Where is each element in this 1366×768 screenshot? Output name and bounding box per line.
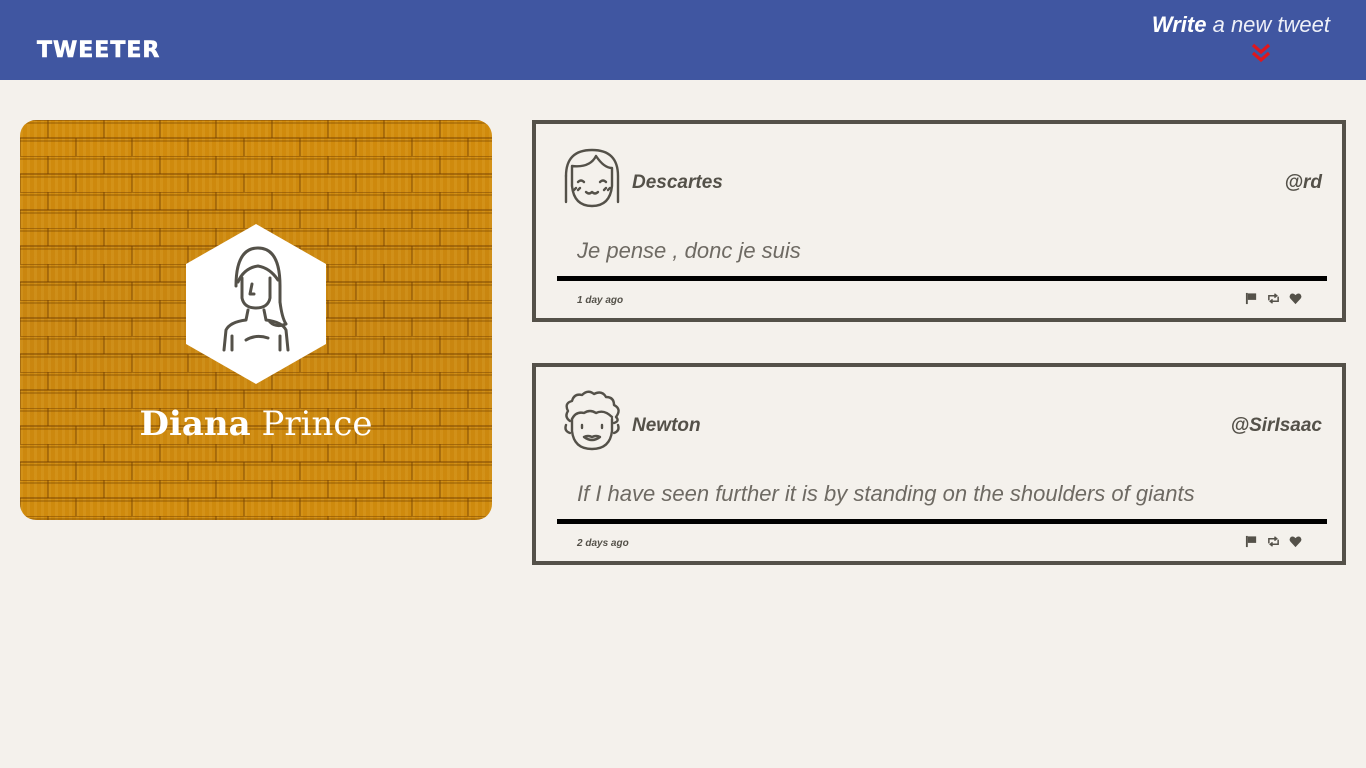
tweet-divider	[557, 519, 1327, 524]
flag-icon[interactable]	[1245, 535, 1258, 548]
double-chevron-down-icon[interactable]	[1249, 42, 1273, 66]
tweet-content: If I have seen further it is by standing…	[577, 481, 1195, 506]
tweet-timestamp: 1 day ago	[577, 295, 624, 306]
girl-avatar-icon	[564, 148, 620, 208]
tweet-author: Newton	[632, 415, 701, 436]
compose-bold-text: Write	[1151, 12, 1207, 37]
profile-last-name: Prince	[250, 404, 373, 444]
compose-tweet-label[interactable]: Write a new tweet	[1130, 12, 1330, 38]
profile-name: Diana Prince	[20, 404, 492, 444]
retweet-icon[interactable]	[1267, 535, 1280, 548]
tweet-author: Descartes	[632, 172, 723, 193]
profile-first-name: Diana	[139, 404, 251, 444]
tweet-card: Newton @SirIsaac If I have seen further …	[532, 363, 1346, 565]
tweet-handle: @rd	[1284, 172, 1322, 193]
tweet-actions	[1245, 291, 1302, 305]
compose-rest-text: a new tweet	[1206, 12, 1330, 37]
heart-icon[interactable]	[1289, 292, 1302, 305]
flag-icon[interactable]	[1245, 292, 1258, 305]
tweet-content: Je pense , donc je suis	[577, 238, 801, 263]
brand-logo[interactable]: TWEETER	[37, 38, 160, 64]
tweet-handle: @SirIsaac	[1230, 415, 1322, 436]
woman-avatar-icon	[186, 224, 326, 384]
profile-card: Diana Prince	[20, 120, 492, 520]
top-nav: TWEETER Write a new tweet	[0, 0, 1366, 80]
tweet-timestamp: 2 days ago	[577, 538, 629, 549]
tweet-divider	[557, 276, 1327, 281]
retweet-icon[interactable]	[1267, 292, 1280, 305]
compose-tweet-button[interactable]: Write a new tweet	[1130, 12, 1330, 72]
tweet-card: Descartes @rd Je pense , donc je suis 1 …	[532, 120, 1346, 322]
tweet-actions	[1245, 534, 1302, 548]
curly-hair-avatar-icon	[564, 390, 620, 451]
heart-icon[interactable]	[1289, 535, 1302, 548]
